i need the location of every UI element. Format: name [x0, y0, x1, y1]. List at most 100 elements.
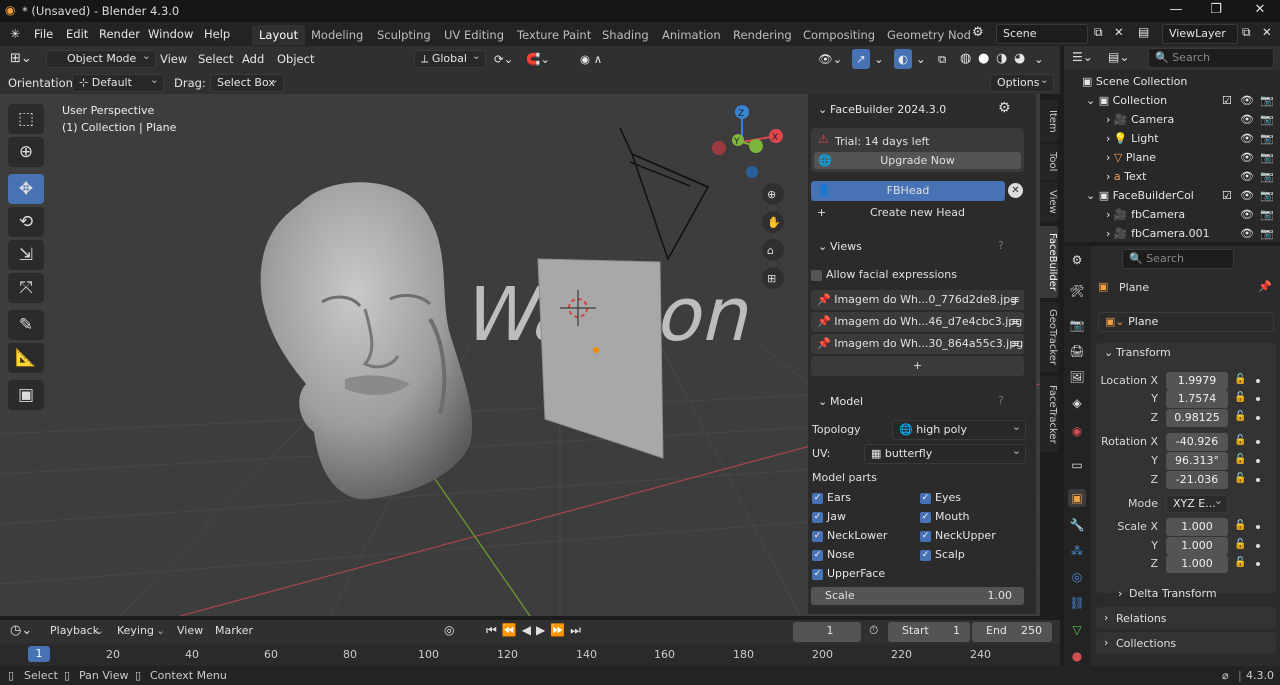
transform-collapse-icon[interactable]: ⌄	[1104, 346, 1113, 359]
rotation-y-field[interactable]: 96.313°	[1166, 452, 1228, 470]
keyframe-dot-icon[interactable]	[1256, 562, 1260, 566]
properties-search-input[interactable]: 🔍 Search	[1122, 249, 1234, 269]
outliner-row-light[interactable]: › 💡 Light 👁 📷	[1064, 129, 1280, 148]
expand-icon[interactable]: ⌄	[1086, 189, 1095, 202]
shading-wireframe-icon[interactable]: ◍	[960, 49, 971, 69]
expand-icon[interactable]: ›	[1106, 170, 1110, 183]
mode-dropdown[interactable]: Object Mode	[46, 48, 156, 68]
image-row[interactable]: 📌 Imagem do Wh...46_d7e4cbc3.jpg ≡	[811, 312, 1024, 332]
object-name-field[interactable]: ▣⌄ Plane	[1098, 312, 1274, 332]
keyframe-dot-icon[interactable]	[1256, 478, 1260, 482]
camera-render-icon[interactable]: 📷	[1260, 224, 1274, 243]
outliner-row-facebuildercol[interactable]: ⌄ ▣ FaceBuilderCol ☑ 👁 📷	[1064, 186, 1280, 205]
data-tab-icon[interactable]: ▽	[1068, 621, 1086, 639]
model-help-icon[interactable]: ?	[998, 394, 1004, 407]
expand-icon[interactable]: ›	[1106, 113, 1110, 126]
options-dropdown[interactable]: Options	[990, 72, 1054, 92]
proportional-edit-icon[interactable]: ◉ ∧	[580, 49, 602, 69]
transform-tool-icon[interactable]: ⤧	[8, 273, 44, 303]
tab-layout[interactable]: Layout	[252, 25, 306, 45]
menu-select[interactable]: Select	[198, 49, 233, 69]
menu-file[interactable]: File	[34, 27, 53, 41]
outliner-row-text[interactable]: › a Text 👁 📷	[1064, 167, 1280, 186]
world-tab-icon[interactable]: ◉	[1068, 422, 1086, 440]
create-new-head-button[interactable]: + Create new Head	[811, 203, 1024, 223]
camera-render-icon[interactable]: 📷	[1260, 186, 1274, 205]
outliner-row-collection[interactable]: ⌄ ▣ Collection ☑ 👁 📷	[1064, 91, 1280, 110]
close-button[interactable]: ✕	[1240, 2, 1280, 17]
select-box-tool-icon[interactable]: ⬚	[8, 104, 44, 134]
keyframe-dot-icon[interactable]	[1256, 544, 1260, 548]
timeline-menu-marker[interactable]: Marker	[215, 624, 253, 637]
allow-expressions-checkbox[interactable]: Allow facial expressions	[811, 266, 1024, 284]
camera-render-icon[interactable]: 📷	[1260, 110, 1274, 129]
object-tab-icon[interactable]: ▣	[1068, 489, 1086, 507]
eye-icon[interactable]: 👁	[1240, 167, 1254, 186]
properties-editor-icon[interactable]: ⚙	[1068, 251, 1086, 269]
expand-icon[interactable]: ›	[1106, 132, 1110, 145]
expand-icon[interactable]: ›	[1106, 208, 1110, 221]
tab-view[interactable]: View	[1040, 182, 1058, 222]
timeline-editor-icon[interactable]: ◷⌄	[10, 623, 32, 638]
delete-head-icon[interactable]: ✕	[1008, 183, 1023, 198]
keyframe-dot-icon[interactable]	[1256, 397, 1260, 401]
eye-icon[interactable]: 👁	[1240, 91, 1254, 110]
shading-material-icon[interactable]: ◑	[996, 49, 1007, 69]
pivot-icon[interactable]: ⟳⌄	[494, 49, 513, 69]
lock-icon[interactable]: 🔓	[1234, 411, 1246, 422]
location-y-field[interactable]: 1.7574	[1166, 390, 1228, 408]
gizmo-dropdown-icon[interactable]: ⌄	[874, 49, 884, 69]
keyframe-dot-icon[interactable]	[1256, 440, 1260, 444]
eye-icon[interactable]: 👁	[1240, 224, 1254, 243]
settings-gear-icon[interactable]: ⚙	[998, 100, 1011, 116]
move-tool-icon[interactable]: ✥	[8, 174, 44, 204]
keyframe-dot-icon[interactable]	[1256, 379, 1260, 383]
lock-icon[interactable]: 🔓	[1234, 454, 1246, 465]
model-collapse-icon[interactable]: ⌄	[818, 395, 827, 408]
editor-type-icon[interactable]: ⊞⌄	[10, 49, 32, 69]
lock-icon[interactable]: 🔓	[1234, 473, 1246, 484]
lock-icon[interactable]: 🔓	[1234, 392, 1246, 403]
visibility-icon[interactable]: 👁⌄	[818, 49, 842, 69]
outliner-search-input[interactable]: 🔍 Search	[1148, 48, 1274, 68]
add-cube-tool-icon[interactable]: ▣	[8, 380, 44, 410]
part-jaw-checkbox[interactable]: ✓ Jaw	[812, 510, 846, 523]
camera-render-icon[interactable]: 📷	[1260, 167, 1274, 186]
orientation-dropdown[interactable]: ⊹ Default	[72, 72, 164, 92]
snap-icon[interactable]: 🧲⌄	[526, 49, 550, 69]
part-neckupper-checkbox[interactable]: ✓ NeckUpper	[920, 529, 996, 542]
transform-orientation-dropdown[interactable]: ⟂ Global	[414, 48, 486, 68]
tab-rendering[interactable]: Rendering	[726, 25, 799, 45]
location-z-field[interactable]: 0.98125	[1166, 409, 1228, 427]
uv-dropdown[interactable]: ▦ butterfly	[864, 442, 1026, 464]
current-frame-field[interactable]: 1	[793, 622, 861, 642]
lock-icon[interactable]: 🔓	[1234, 374, 1246, 385]
material-tab-icon[interactable]: ●	[1068, 647, 1086, 665]
add-image-button[interactable]: +	[811, 356, 1024, 376]
part-ears-checkbox[interactable]: ✓ Ears	[812, 491, 851, 504]
playhead[interactable]: 1	[28, 646, 50, 662]
topology-dropdown[interactable]: 🌐 high poly	[892, 418, 1026, 440]
scale-slider[interactable]: Scale 1.00	[811, 587, 1024, 605]
expand-icon[interactable]: ⌄	[1086, 94, 1095, 107]
tab-modeling[interactable]: Modeling	[304, 25, 370, 45]
tab-texture-paint[interactable]: Texture Paint	[510, 25, 598, 45]
head-model[interactable]	[260, 182, 473, 499]
tab-item[interactable]: Item	[1040, 100, 1058, 142]
outliner-row-fbcamera[interactable]: › 🎥 fbCamera 👁 📷	[1064, 205, 1280, 224]
outliner-row-fbcamera-001[interactable]: › 🎥 fbCamera.001 👁 📷	[1064, 224, 1280, 243]
delta-expand-icon[interactable]: ›	[1118, 587, 1122, 600]
keyframe-dot-icon[interactable]	[1256, 416, 1260, 420]
include-checkbox-icon[interactable]: ☑	[1222, 91, 1232, 110]
new-scene-icon[interactable]: ⧉	[1094, 25, 1103, 40]
scale-tool-icon[interactable]: ⇲	[8, 240, 44, 270]
menu-add[interactable]: Add	[242, 49, 264, 69]
menu-object[interactable]: Object	[277, 49, 314, 69]
panel-collapse-icon[interactable]: ⌄	[818, 103, 827, 116]
outliner-row-camera[interactable]: › 🎥 Camera 👁 📷	[1064, 110, 1280, 129]
rotate-tool-icon[interactable]: ⟲	[8, 207, 44, 237]
navigation-gizmo[interactable]: X Z Y	[703, 102, 787, 186]
camera-object[interactable]	[619, 127, 710, 261]
shading-solid-icon[interactable]: ●	[978, 49, 989, 69]
part-necklower-checkbox[interactable]: ✓ NeckLower	[812, 529, 887, 542]
